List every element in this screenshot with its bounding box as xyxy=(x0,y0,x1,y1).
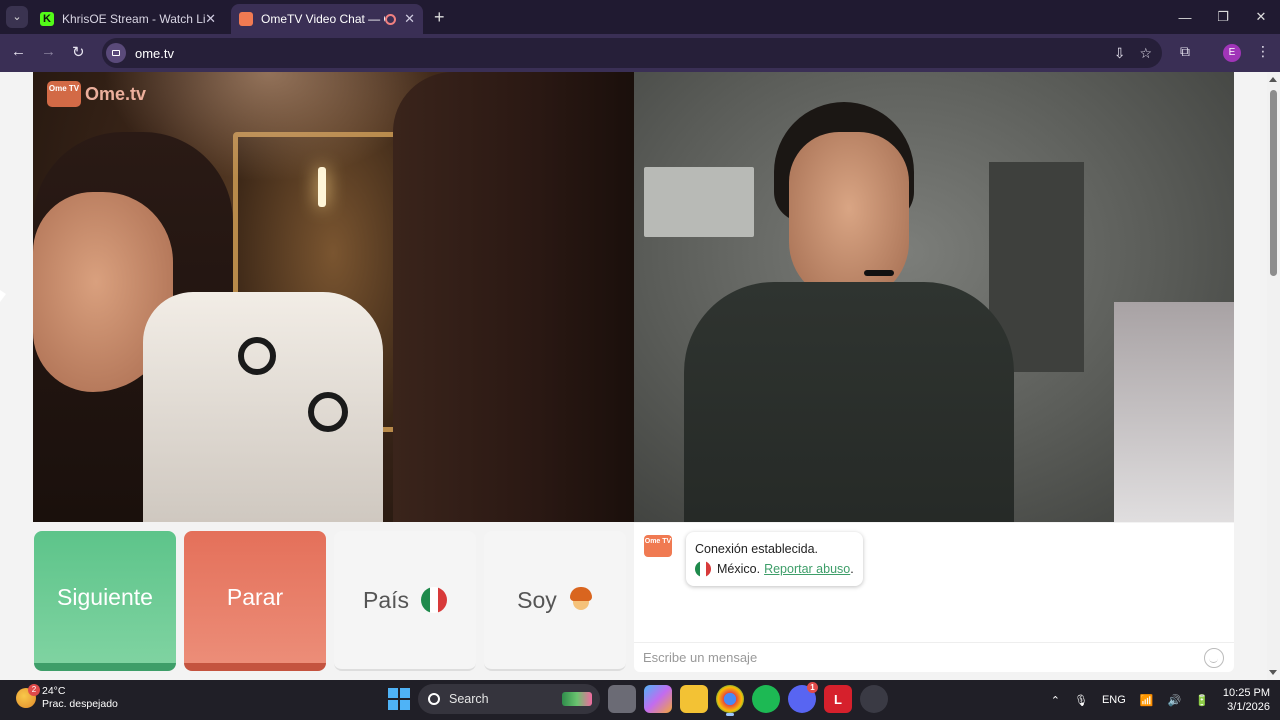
new-tab-icon[interactable]: + xyxy=(434,7,445,28)
weather-icon: 2 xyxy=(16,684,40,708)
gender-select-button[interactable]: Soy xyxy=(484,531,626,671)
tab-ometv[interactable]: OmeTV Video Chat — OmeTV ✕ xyxy=(231,4,423,34)
next-button[interactable]: Siguiente xyxy=(34,531,176,671)
scroll-down-arrow-icon[interactable] xyxy=(1269,670,1277,675)
microphone-icon[interactable]: 🎙 xyxy=(1074,694,1088,707)
recording-indicator-icon xyxy=(385,13,397,25)
address-bar[interactable]: ome.tv ⇩ ☆ xyxy=(102,38,1162,68)
system-message: Conexión establecida. México. Reportar a… xyxy=(686,532,863,586)
tv-logo-icon: Ome TV xyxy=(47,81,81,107)
report-suffix: . xyxy=(850,562,854,576)
weather-badge: 2 xyxy=(28,684,40,696)
ometv-favicon-icon xyxy=(239,12,253,26)
connection-status: Conexión establecida. xyxy=(695,542,818,556)
window-controls: — ❐ ✕ xyxy=(1166,0,1280,34)
iam-label: Soy xyxy=(517,586,557,613)
air-conditioner xyxy=(644,167,754,237)
temperature: 24°C xyxy=(42,685,66,697)
tab-title: KhrisOE Stream - Watch Live on Kick xyxy=(62,12,206,26)
search-label: Search xyxy=(449,692,489,706)
close-tab-icon[interactable]: ✕ xyxy=(205,11,216,27)
wifi-icon[interactable]: 📶 xyxy=(1140,694,1154,707)
time: 10:25 PM xyxy=(1222,687,1270,699)
clock[interactable]: 10:25 PM 3/1/2026 xyxy=(1223,686,1270,714)
battery-icon[interactable]: 🔋 xyxy=(1195,694,1209,707)
mexico-flag-icon xyxy=(421,587,448,613)
partner-video: Ome TV Ome.tv xyxy=(33,72,634,522)
scroll-up-arrow-icon[interactable] xyxy=(1269,77,1277,82)
file-explorer-icon[interactable] xyxy=(680,685,708,713)
weather-widget[interactable]: 2 24°C Prac. despejado xyxy=(16,684,118,711)
discord-icon[interactable]: 1 xyxy=(788,682,818,713)
logo-text: Ome.tv xyxy=(85,83,147,104)
boy-emoji-icon xyxy=(569,587,593,613)
next-label: Siguiente xyxy=(57,583,153,610)
partner-country: México. xyxy=(717,562,761,576)
country-label: País xyxy=(362,586,410,613)
reload-icon[interactable]: ↻ xyxy=(72,43,85,61)
forward-arrow-icon[interactable]: → xyxy=(41,43,56,60)
volume-icon[interactable]: 🔊 xyxy=(1168,694,1182,707)
taskbar-apps: Search 1 L xyxy=(388,682,888,716)
browser-toolbar: ← → ↻ ome.tv ⇩ ☆ ⧉ ⋮ xyxy=(0,34,1280,72)
copilot-icon[interactable] xyxy=(644,685,672,713)
windows-taskbar: 2 24°C Prac. despejado Search 1 L ⌃ 🎙 EN… xyxy=(0,680,1280,720)
close-tab-icon[interactable]: ✕ xyxy=(404,11,415,27)
close-window-icon[interactable]: ✕ xyxy=(1242,0,1280,34)
mexico-flag-icon xyxy=(695,561,711,577)
windows-start-icon[interactable] xyxy=(388,688,410,710)
report-abuse-link[interactable]: Reportar abuso xyxy=(764,559,850,579)
chat-panel: Ome TV Conexión establecida. México. Rep… xyxy=(634,523,1234,672)
stop-label: Parar xyxy=(226,583,284,610)
dark-tshirt xyxy=(684,282,1014,522)
jacket-logo xyxy=(238,337,276,375)
task-view-icon[interactable] xyxy=(608,685,636,713)
extensions-icon[interactable]: ⧉ xyxy=(1180,43,1190,60)
headset-mic xyxy=(864,270,894,276)
message-input[interactable] xyxy=(643,650,1204,665)
back-arrow-icon[interactable]: ← xyxy=(11,43,26,60)
scrollbar-thumb[interactable] xyxy=(1270,90,1277,276)
person-face xyxy=(789,132,909,302)
chrome-icon[interactable] xyxy=(716,685,744,716)
discord-badge: 1 xyxy=(807,682,818,693)
mouse-cursor-icon xyxy=(0,290,6,302)
kick-icon: K xyxy=(40,12,54,26)
ometv-page: Ome TV Ome.tv Siguiente Parar País Soy O… xyxy=(0,72,1280,680)
obs-icon[interactable] xyxy=(860,685,888,713)
menu-dots-icon[interactable]: ⋮ xyxy=(1256,43,1270,60)
chevron-up-icon[interactable]: ⌃ xyxy=(1051,694,1060,707)
minimize-icon[interactable]: — xyxy=(1166,0,1204,34)
tab-strip: ⌄ K KhrisOE Stream - Watch Live on Kick … xyxy=(0,0,1280,34)
ometv-watermark-logo: Ome TV Ome.tv xyxy=(47,81,146,107)
country-filter-button[interactable]: País xyxy=(334,531,476,671)
bed xyxy=(1114,302,1234,522)
tab-search-chevron-icon[interactable]: ⌄ xyxy=(6,6,28,28)
ometv-chat-logo-icon: Ome TV xyxy=(644,535,672,557)
bookmark-star-icon[interactable]: ☆ xyxy=(1139,45,1152,62)
site-info-icon[interactable] xyxy=(106,43,126,63)
taskbar-search[interactable]: Search xyxy=(418,684,600,714)
tab-title: OmeTV Video Chat — OmeTV xyxy=(261,12,385,26)
weather-description: Prac. despejado xyxy=(42,698,118,710)
date: 3/1/2026 xyxy=(1227,701,1270,713)
language-indicator[interactable]: ENG xyxy=(1102,694,1126,706)
url-text: ome.tv xyxy=(135,45,175,61)
system-tray: ⌃ 🎙 ENG 📶 🔊 🔋 10:25 PM 3/1/2026 xyxy=(1051,680,1270,720)
l-app-icon[interactable]: L xyxy=(824,685,852,713)
emoji-picker-icon[interactable] xyxy=(1204,647,1224,668)
person-hair-foreground xyxy=(393,72,634,522)
profile-avatar[interactable]: E xyxy=(1223,44,1241,62)
jacket-logo xyxy=(308,392,348,432)
tab-khrisoe-stream[interactable]: K KhrisOE Stream - Watch Live on Kick ✕ xyxy=(32,4,224,34)
restore-icon[interactable]: ❐ xyxy=(1204,0,1242,34)
message-bar xyxy=(634,642,1234,672)
install-app-icon[interactable]: ⇩ xyxy=(1114,45,1126,62)
stop-button[interactable]: Parar xyxy=(184,531,326,671)
self-video xyxy=(634,72,1234,522)
search-icon xyxy=(428,693,440,705)
spotify-icon[interactable] xyxy=(752,685,780,713)
search-highlight-icon xyxy=(562,692,592,706)
page-scrollbar[interactable] xyxy=(1267,72,1280,680)
